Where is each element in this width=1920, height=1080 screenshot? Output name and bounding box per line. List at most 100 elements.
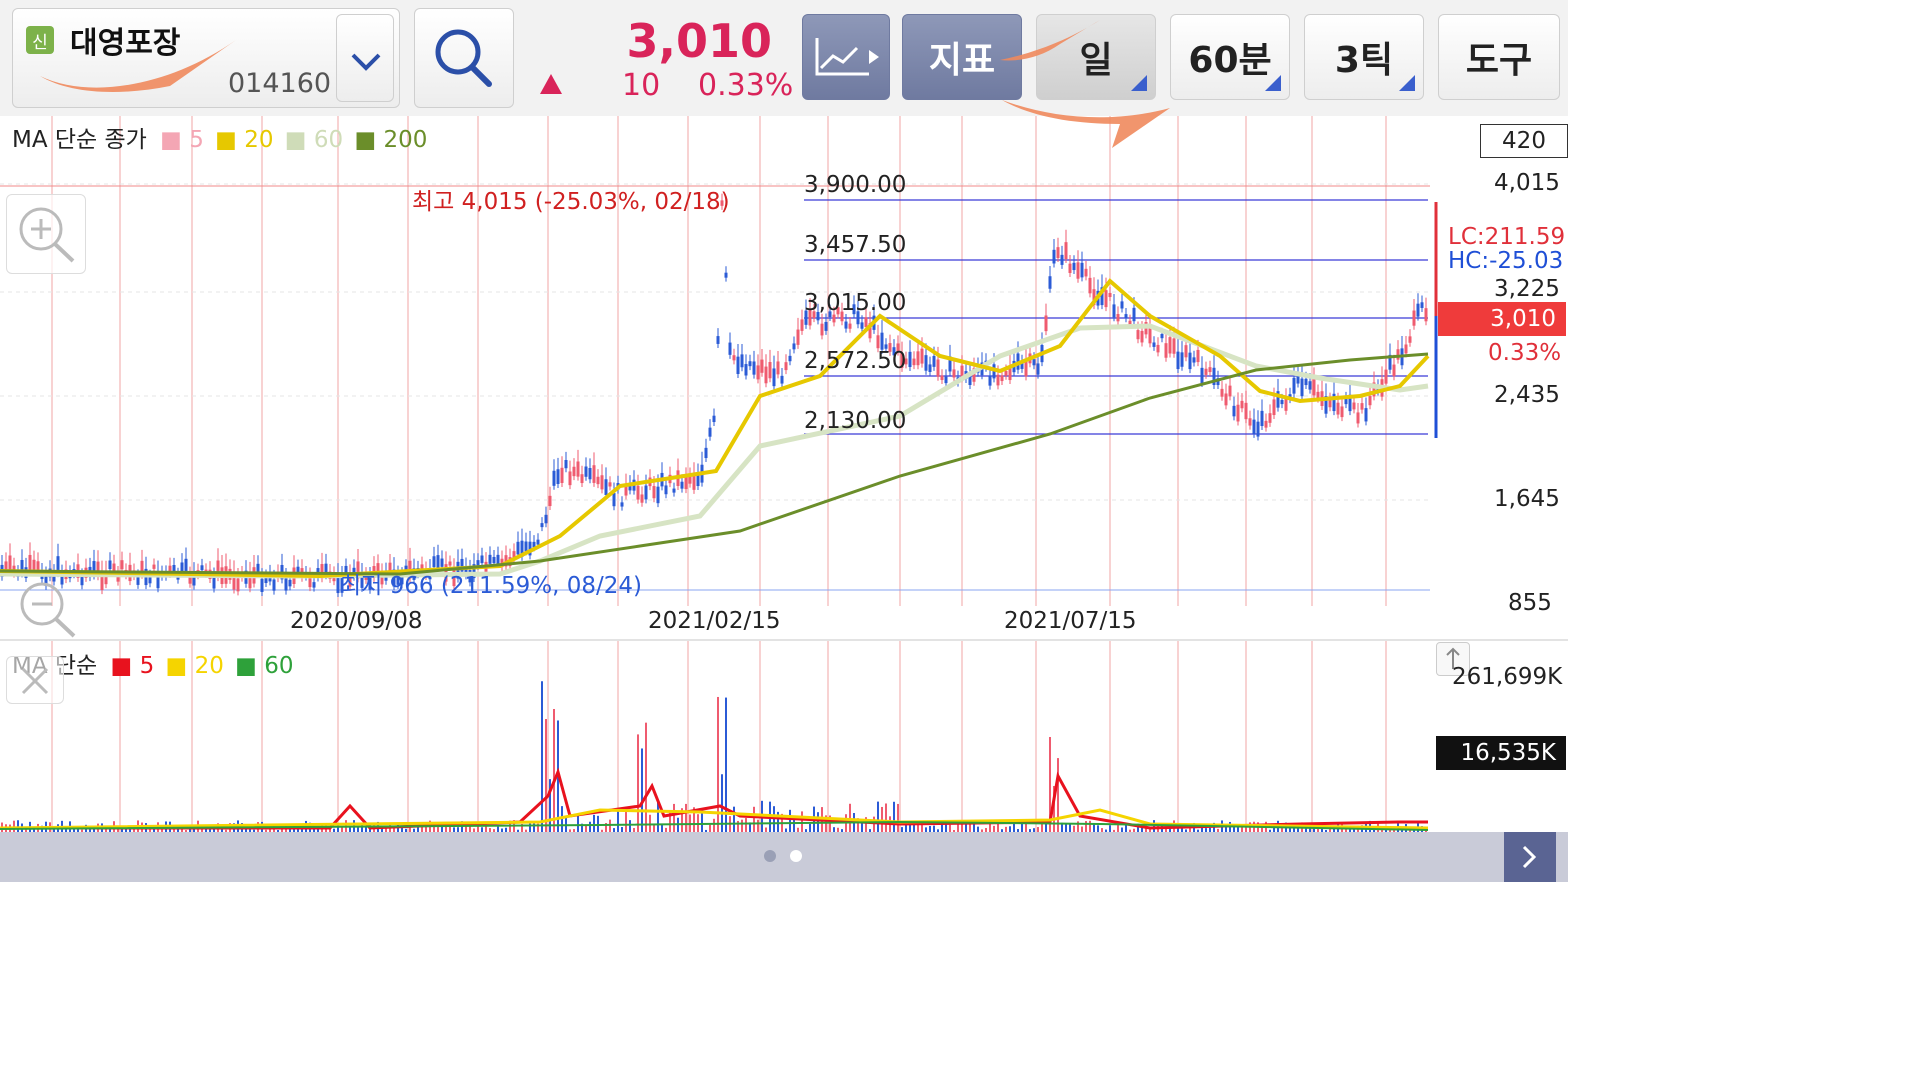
volume-max-label: 261,699K bbox=[1452, 664, 1563, 690]
zoom-in-button[interactable] bbox=[6, 194, 86, 274]
low-note: 최저 966 (211.59%, 08/24) bbox=[340, 573, 643, 599]
close-indicator-button[interactable] bbox=[6, 656, 64, 704]
candle-body bbox=[704, 447, 708, 459]
candle-body bbox=[596, 476, 600, 485]
candle-body bbox=[844, 321, 848, 329]
candle-body bbox=[584, 466, 588, 477]
candle-body bbox=[932, 356, 936, 367]
candle-body bbox=[148, 576, 152, 584]
ma20-line bbox=[0, 278, 1430, 579]
candle-body bbox=[1268, 413, 1272, 423]
candle-body bbox=[672, 488, 676, 493]
candle-body bbox=[496, 554, 500, 564]
volume-bar bbox=[541, 681, 543, 832]
volume-bar bbox=[1069, 823, 1071, 832]
volume-bar bbox=[741, 819, 743, 832]
candle-body bbox=[656, 486, 660, 504]
candle-body bbox=[664, 485, 668, 495]
date-label: 2020/09/08 bbox=[290, 608, 423, 634]
candle-body bbox=[1200, 367, 1204, 384]
candle-body bbox=[1048, 276, 1052, 289]
candle-body bbox=[716, 336, 720, 344]
volume-bar bbox=[577, 813, 579, 832]
candle-body bbox=[920, 348, 924, 364]
volume-bar bbox=[849, 803, 851, 832]
candle-body bbox=[740, 354, 744, 368]
candle-body bbox=[572, 466, 576, 477]
candle-body bbox=[636, 485, 640, 500]
candle-body bbox=[620, 502, 624, 507]
orange-scribble-marks bbox=[40, 20, 1170, 148]
volume-bar bbox=[653, 825, 655, 832]
fib-level-label: 3,015.00 bbox=[804, 290, 907, 316]
candle-body bbox=[908, 351, 912, 368]
volume-bar bbox=[645, 722, 647, 832]
y-axis-label: 3,225 bbox=[1494, 276, 1560, 302]
candle-body bbox=[1132, 307, 1136, 322]
candle-body bbox=[708, 427, 712, 437]
candle-body bbox=[476, 560, 480, 566]
volume-bar bbox=[757, 819, 759, 832]
chart-area[interactable]: MA 단순 종가 ■ 5 ■ 20 ■ 60 ■ 200 420 최고 4,01… bbox=[0, 116, 1568, 832]
page-indicator-dot-active[interactable] bbox=[790, 850, 802, 862]
candle-body bbox=[1240, 400, 1244, 409]
high-note: 최고 4,015 (-25.03%, 02/18) bbox=[412, 189, 730, 215]
candle-body bbox=[552, 470, 556, 486]
candle-body bbox=[1252, 419, 1256, 434]
candle-body bbox=[788, 355, 792, 362]
candle-body bbox=[1236, 404, 1240, 422]
candle-body bbox=[728, 342, 732, 355]
candle-body bbox=[924, 355, 928, 371]
candle-body bbox=[1180, 352, 1184, 367]
volume-bar bbox=[881, 806, 883, 832]
volume-bar bbox=[1085, 821, 1087, 832]
candle-body bbox=[1300, 378, 1304, 397]
candle-body bbox=[800, 319, 804, 331]
candle-body bbox=[1208, 367, 1212, 373]
candle-body bbox=[1112, 304, 1116, 318]
candle-body bbox=[588, 467, 592, 480]
candle-body bbox=[936, 359, 940, 377]
candle-body bbox=[564, 460, 568, 469]
candle-body bbox=[236, 578, 240, 592]
volume-bar bbox=[801, 811, 803, 832]
candle-body bbox=[928, 364, 932, 372]
candle-body bbox=[1104, 290, 1108, 308]
candle-body bbox=[752, 361, 756, 375]
date-label: 2021/02/15 bbox=[648, 608, 781, 634]
volume-bar bbox=[545, 719, 547, 832]
candle-body bbox=[1328, 400, 1332, 408]
candle-body bbox=[1172, 338, 1176, 354]
candle-body bbox=[488, 554, 492, 564]
candle-body bbox=[568, 471, 572, 486]
candle-body bbox=[1364, 408, 1368, 422]
candle-body bbox=[1260, 410, 1264, 427]
candle-body bbox=[200, 565, 204, 571]
volume-bar bbox=[713, 818, 715, 832]
candle-body bbox=[744, 364, 748, 376]
candle-body bbox=[848, 323, 852, 329]
candle-body bbox=[988, 375, 992, 386]
next-page-button[interactable] bbox=[1504, 832, 1556, 882]
volume-bar bbox=[1057, 758, 1059, 832]
candle-body bbox=[1072, 262, 1076, 271]
zoom-out-button[interactable] bbox=[6, 568, 84, 646]
legend-vol-ma60: ■ 60 bbox=[235, 653, 294, 679]
page-indicator-dot[interactable] bbox=[764, 850, 776, 862]
volume-bar bbox=[861, 823, 863, 832]
candle-body bbox=[1188, 352, 1192, 370]
candle-body bbox=[1304, 378, 1308, 386]
candle-body bbox=[1312, 379, 1316, 396]
candle-body bbox=[996, 374, 1000, 386]
price-chart[interactable] bbox=[0, 116, 1568, 832]
volume-bar bbox=[685, 803, 687, 832]
current-volume-tag: 16,535K bbox=[1436, 736, 1566, 770]
candle-body bbox=[940, 375, 944, 381]
candle-body bbox=[1232, 405, 1236, 417]
candle-body bbox=[1052, 249, 1056, 264]
candle-body bbox=[136, 577, 140, 585]
candle-body bbox=[560, 467, 564, 483]
candle-body bbox=[1224, 393, 1228, 406]
candle-body bbox=[592, 465, 596, 483]
candle-body bbox=[152, 564, 156, 569]
